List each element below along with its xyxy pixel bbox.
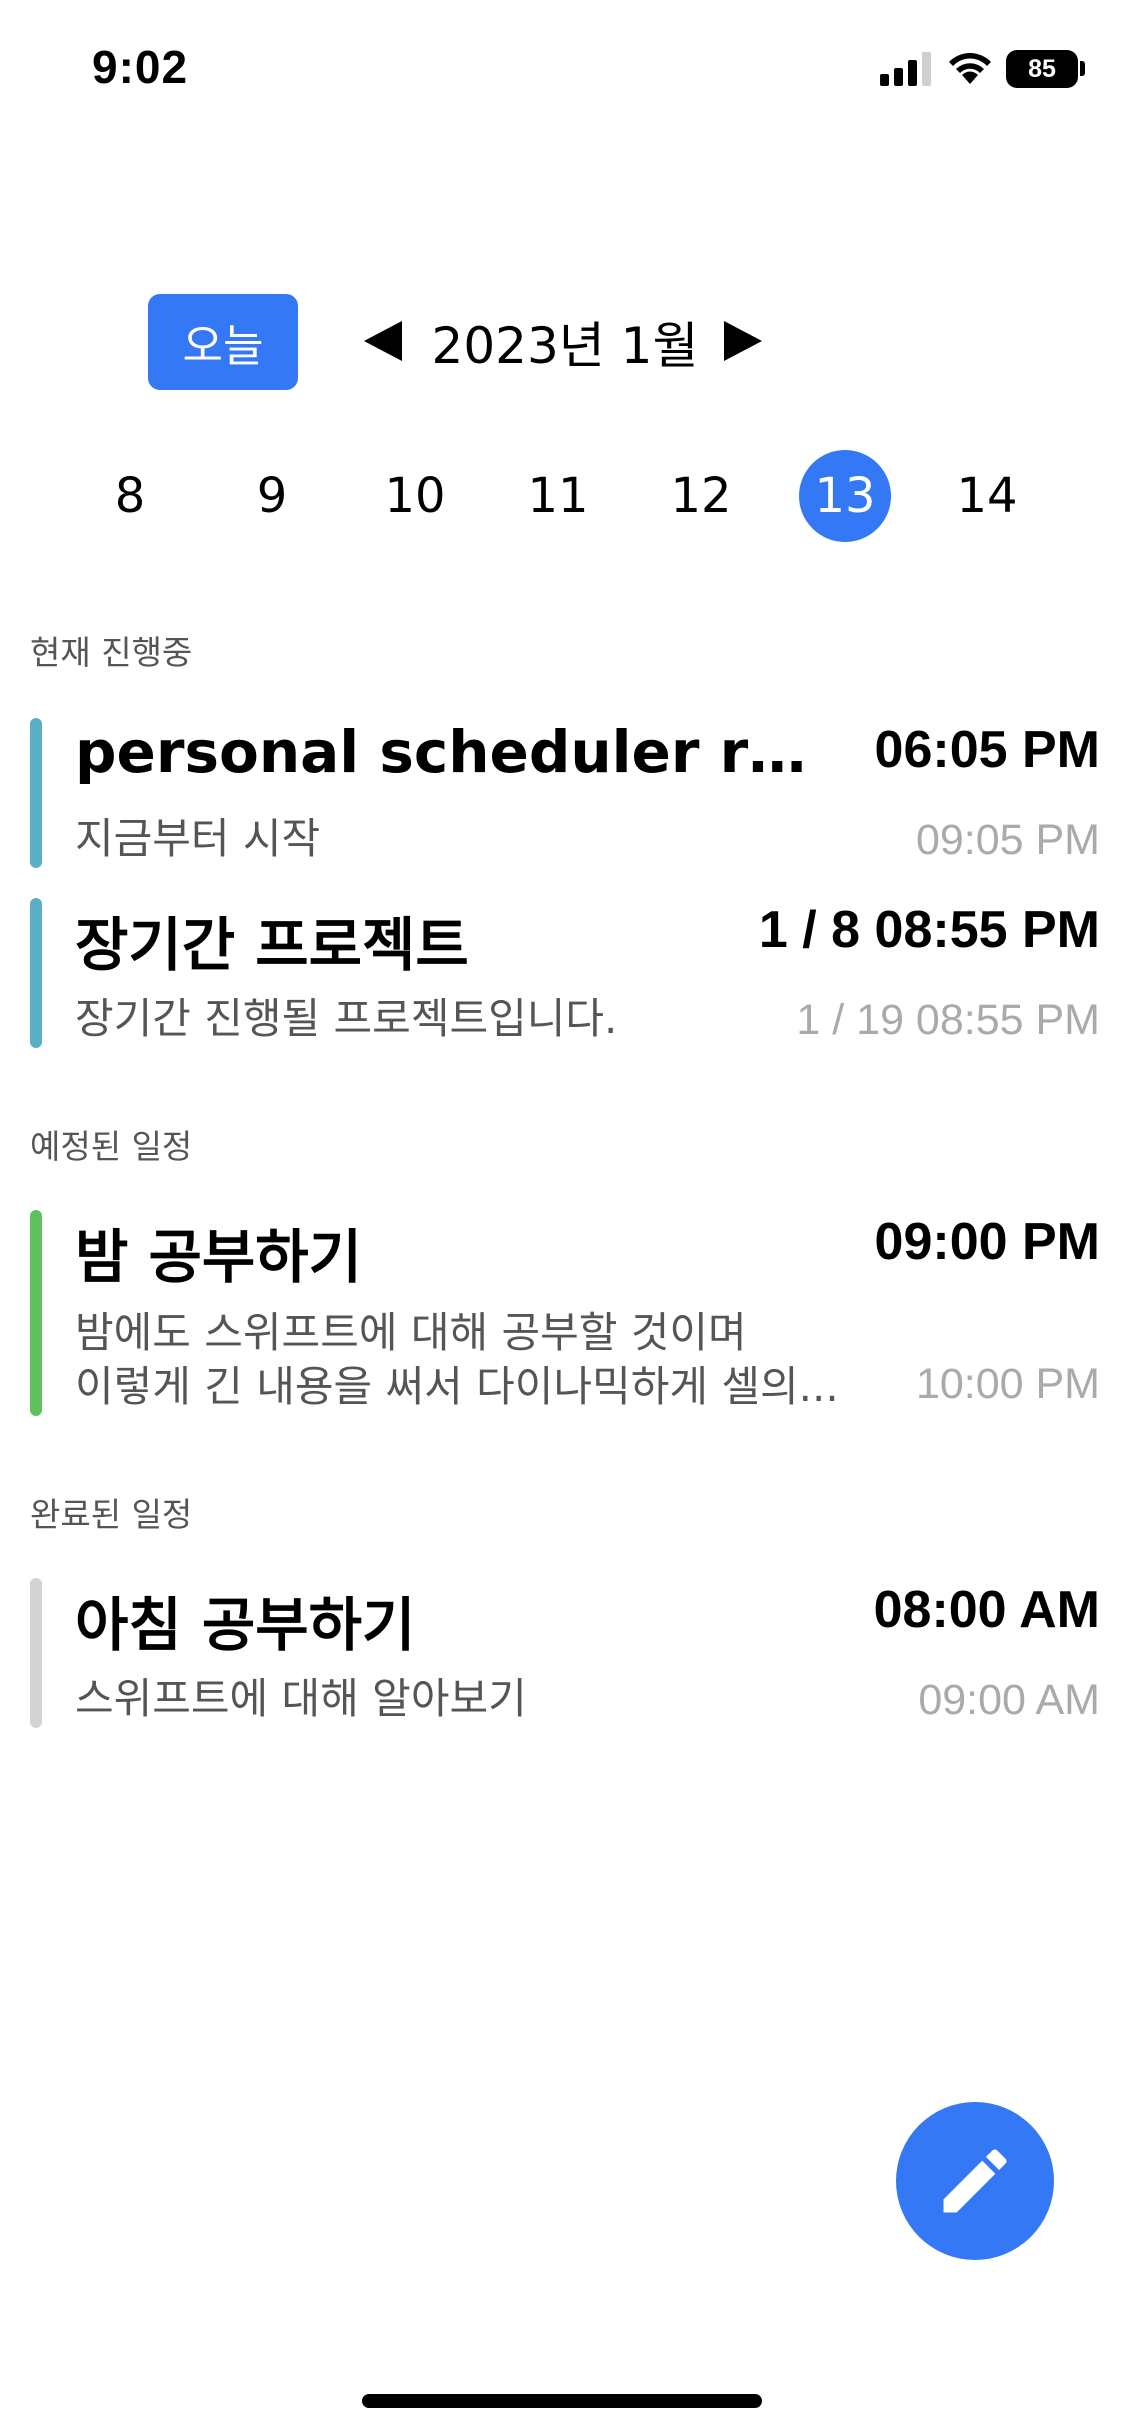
schedule-description: 밤에도 스위프트에 대해 공부할 것이며 이렇게 긴 내용을 써서 다이나믹하게… — [75, 1308, 839, 1411]
schedule-title: 장기간 프로젝트 — [75, 911, 469, 979]
color-bar — [30, 898, 42, 1048]
schedule-end-time: 09:00 AM — [918, 1676, 1100, 1724]
schedule-title: personal scheduler read... — [75, 718, 835, 786]
schedule-start-time: 08:00 AM — [873, 1581, 1100, 1639]
battery-tip — [1080, 61, 1085, 76]
schedule-start-time: 06:05 PM — [874, 721, 1100, 779]
home-indicator — [362, 2394, 762, 2408]
status-time: 9:02 — [92, 41, 189, 93]
schedule-start-time: 09:00 PM — [874, 1213, 1100, 1271]
color-bar — [30, 1578, 42, 1728]
day-11[interactable]: 11 — [512, 450, 604, 542]
cellular-signal-icon — [880, 52, 934, 86]
schedule-description: 장기간 진행될 프로젝트입니다. — [75, 994, 618, 1043]
section-label-scheduled: 예정된 일정 — [30, 1127, 193, 1166]
schedule-description: 지금부터 시작 — [75, 814, 321, 863]
day-14[interactable]: 14 — [941, 450, 1033, 542]
pencil-icon — [943, 2149, 1007, 2213]
month-label: 2023년 1월 — [431, 317, 699, 375]
schedule-card[interactable]: 장기간 프로젝트 1 / 8 08:55 PM 장기간 진행될 프로젝트입니다.… — [30, 898, 1100, 1048]
schedule-card[interactable]: personal scheduler read... 06:05 PM 지금부터… — [30, 718, 1100, 868]
day-10[interactable]: 10 — [369, 450, 461, 542]
day-9[interactable]: 9 — [226, 450, 318, 542]
battery-indicator: 85 — [1006, 50, 1078, 88]
next-month-button[interactable] — [722, 320, 764, 362]
schedule-title: 아침 공부하기 — [75, 1591, 416, 1659]
schedule-card[interactable]: 밤 공부하기 09:00 PM 밤에도 스위프트에 대해 공부할 것이며 이렇게… — [30, 1210, 1100, 1416]
today-button[interactable]: 오늘 — [148, 294, 298, 390]
previous-month-button[interactable] — [362, 320, 404, 362]
add-schedule-button[interactable] — [896, 2102, 1054, 2260]
schedule-end-time: 09:05 PM — [915, 816, 1100, 864]
color-bar — [30, 718, 42, 868]
schedule-card[interactable]: 아침 공부하기 08:00 AM 스위프트에 대해 알아보기 09:00 AM — [30, 1578, 1100, 1728]
schedule-end-time: 1 / 19 08:55 PM — [796, 996, 1100, 1044]
day-13-selected[interactable]: 13 — [799, 450, 891, 542]
section-label-in-progress: 현재 진행중 — [30, 633, 193, 672]
wifi-icon — [949, 53, 991, 84]
color-bar — [30, 1210, 42, 1416]
schedule-description: 스위프트에 대해 알아보기 — [75, 1674, 527, 1723]
day-8[interactable]: 8 — [84, 450, 176, 542]
schedule-end-time: 10:00 PM — [915, 1360, 1100, 1408]
schedule-title: 밤 공부하기 — [75, 1223, 362, 1291]
day-12[interactable]: 12 — [655, 450, 747, 542]
schedule-start-time: 1 / 8 08:55 PM — [758, 901, 1100, 959]
section-label-completed: 완료된 일정 — [30, 1495, 193, 1534]
